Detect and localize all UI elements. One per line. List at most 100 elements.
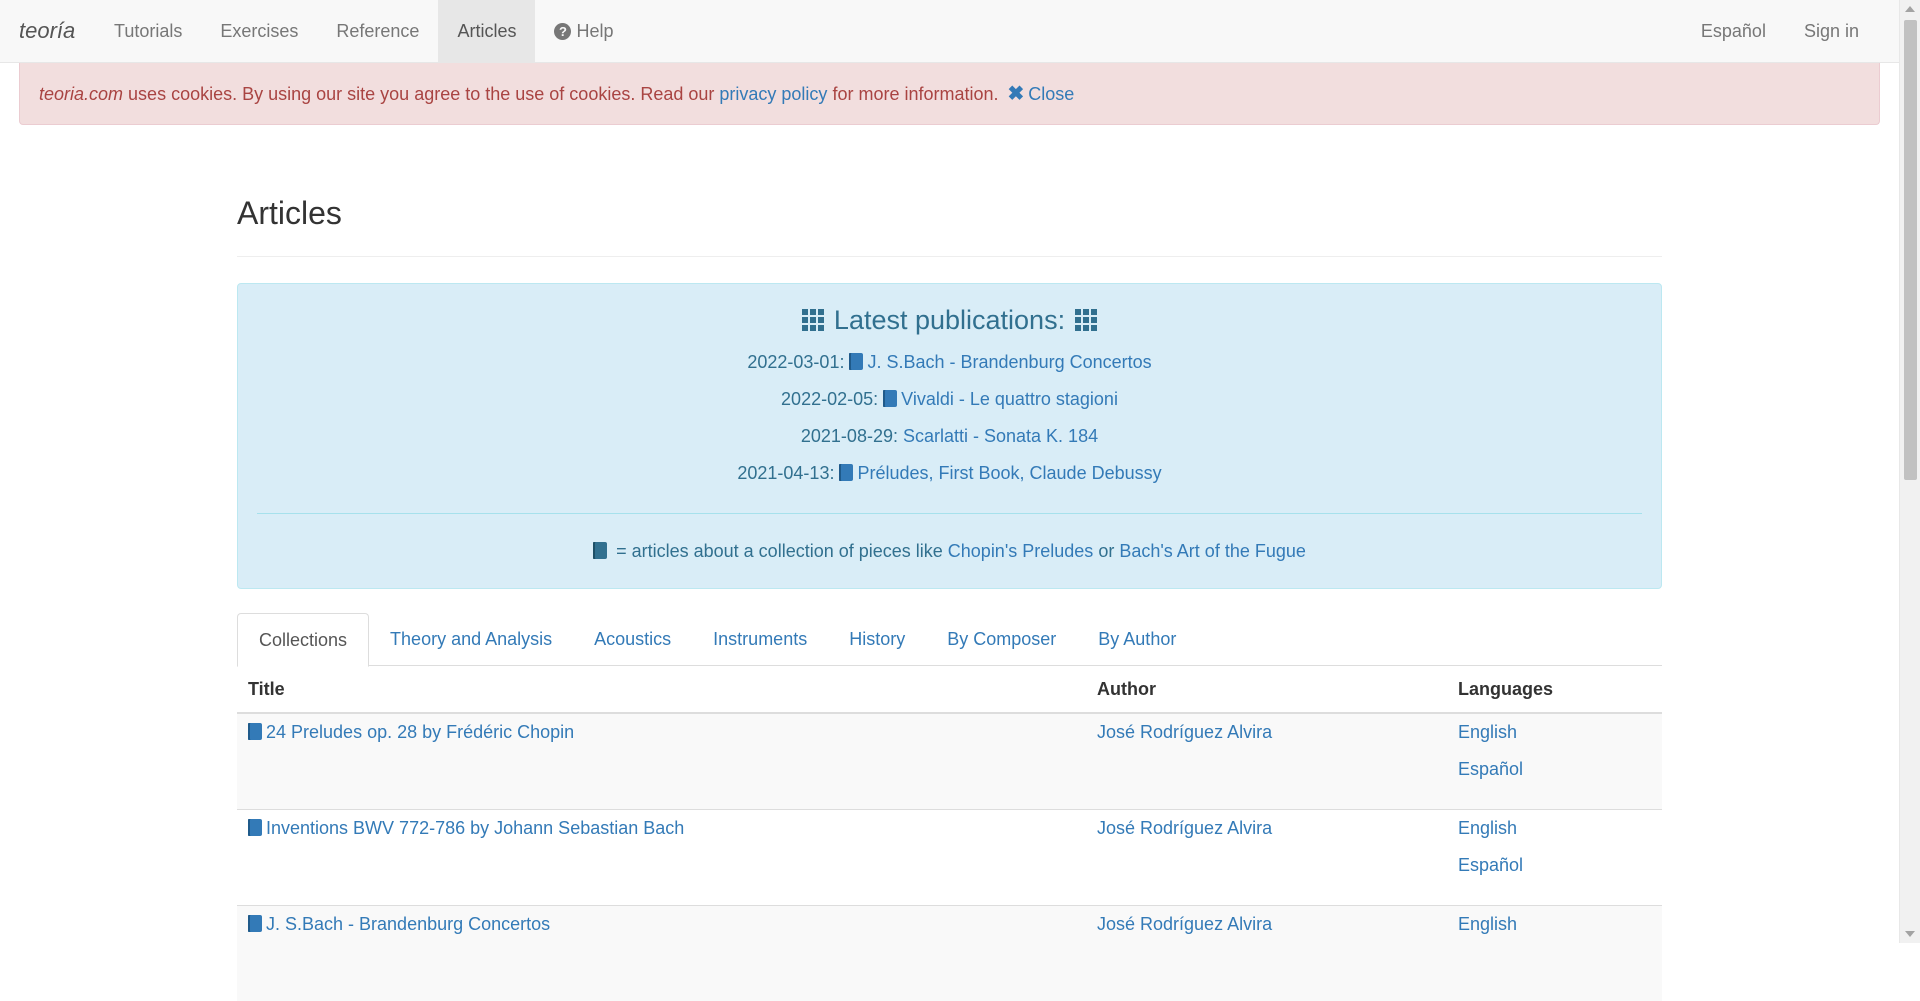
author-link[interactable]: José Rodríguez Alvira	[1097, 914, 1272, 934]
table-row: Inventions BWV 772-786 by Johann Sebasti…	[237, 808, 1662, 905]
article-tabs: Collections Theory and Analysis Acoustic…	[237, 613, 1662, 667]
site-logo[interactable]: teoría	[19, 0, 75, 62]
tab-by-composer[interactable]: By Composer	[926, 613, 1077, 666]
author-link[interactable]: José Rodríguez Alvira	[1097, 818, 1272, 838]
book-icon	[839, 464, 854, 481]
language-link-english[interactable]: English	[1458, 722, 1651, 759]
collection-legend: = articles about a collection of pieces …	[238, 541, 1661, 562]
articles-table: Title Author Languages 24 Preludes op. 2…	[237, 666, 1662, 1001]
publication-date: 2022-02-05:	[781, 389, 879, 409]
tab-acoustics[interactable]: Acoustics	[573, 613, 692, 666]
cookie-site-name: teoria.com	[39, 84, 124, 104]
publication-item: 2021-08-29: Scarlatti - Sonata K. 184	[238, 418, 1661, 455]
publication-list: 2022-03-01: J. S.Bach - Brandenburg Conc…	[238, 344, 1661, 492]
scroll-down-arrow-icon[interactable]	[1905, 931, 1915, 937]
nav-articles[interactable]: Articles	[438, 0, 536, 62]
nav-reference[interactable]: Reference	[317, 0, 438, 62]
column-header-title: Title	[237, 666, 1086, 714]
scrollbar-thumb[interactable]	[1904, 20, 1917, 480]
language-link-english[interactable]: English	[1458, 914, 1651, 951]
cell-title: Inventions BWV 772-786 by Johann Sebasti…	[237, 808, 1086, 905]
main-nav: Tutorials Exercises Reference Articles ?…	[95, 0, 633, 62]
publication-link[interactable]: Vivaldi - Le quattro stagioni	[883, 389, 1118, 409]
table-row: J. S.Bach - Brandenburg Concertos José R…	[237, 904, 1662, 1001]
grid-icon	[801, 309, 824, 331]
article-title: Inventions BWV 772-786 by Johann Sebasti…	[266, 817, 685, 838]
cell-author: José Rodríguez Alvira	[1086, 713, 1447, 809]
book-icon	[248, 723, 262, 740]
publication-link[interactable]: Scarlatti - Sonata K. 184	[903, 426, 1098, 446]
article-link[interactable]: J. S.Bach - Brandenburg Concertos	[248, 914, 550, 934]
publication-title: Préludes, First Book, Claude Debussy	[857, 463, 1162, 483]
page-title: Articles	[237, 125, 1662, 257]
publication-date: 2022-03-01:	[747, 352, 845, 372]
book-icon	[248, 818, 262, 836]
close-icon: ✖	[1007, 83, 1025, 105]
column-header-languages: Languages	[1447, 666, 1662, 714]
book-icon	[883, 390, 898, 407]
article-link[interactable]: Inventions BWV 772-786 by Johann Sebasti…	[248, 818, 684, 838]
latest-heading-text: Latest publications:	[833, 304, 1066, 335]
nav-tutorials[interactable]: Tutorials	[95, 0, 201, 62]
top-navbar: teoría Tutorials Exercises Reference Art…	[0, 0, 1899, 63]
cookie-close-button[interactable]: ✖ Close	[1004, 83, 1075, 105]
main-content: Articles Latest publications: 2022-03-01…	[237, 125, 1662, 1001]
cookie-alert: teoria.com uses cookies. By using our si…	[19, 63, 1880, 125]
nav-sign-in[interactable]: Sign in	[1785, 0, 1878, 62]
cell-languages: English Español	[1447, 808, 1662, 905]
article-title: 24 Preludes op. 28 by Frédéric Chopin	[266, 722, 575, 742]
tab-history[interactable]: History	[828, 613, 926, 666]
publication-item: 2022-03-01: J. S.Bach - Brandenburg Conc…	[238, 344, 1661, 381]
nav-language[interactable]: Español	[1682, 0, 1785, 62]
privacy-policy-link[interactable]: privacy policy	[719, 84, 827, 104]
publication-title: Vivaldi - Le quattro stagioni	[901, 389, 1118, 409]
publication-item: 2021-04-13: Préludes, First Book, Claude…	[238, 455, 1661, 492]
question-circle-icon: ?	[554, 22, 572, 40]
book-icon	[593, 542, 608, 559]
latest-publications-heading: Latest publications:	[238, 302, 1661, 338]
language-link-english[interactable]: English	[1458, 818, 1651, 855]
nav-exercises[interactable]: Exercises	[201, 0, 317, 62]
divider	[257, 513, 1642, 514]
column-header-author: Author	[1086, 666, 1447, 714]
latest-publications-panel: Latest publications: 2022-03-01: J. S.Ba…	[237, 283, 1662, 589]
scroll-up-arrow-icon[interactable]	[1905, 6, 1915, 12]
article-link[interactable]: 24 Preludes op. 28 by Frédéric Chopin	[248, 722, 574, 742]
tab-instruments[interactable]: Instruments	[692, 613, 828, 666]
book-icon	[849, 353, 864, 370]
publication-link[interactable]: Préludes, First Book, Claude Debussy	[839, 463, 1162, 483]
article-title: J. S.Bach - Brandenburg Concertos	[266, 913, 551, 934]
cell-author: José Rodríguez Alvira	[1086, 904, 1447, 1001]
publication-date: 2021-04-13:	[737, 463, 835, 483]
art-of-fugue-link[interactable]: Bach's Art of the Fugue	[1119, 541, 1306, 561]
language-link-espanol[interactable]: Español	[1458, 759, 1651, 796]
cell-author: José Rodríguez Alvira	[1086, 808, 1447, 905]
cookie-text-before: uses cookies. By using our site you agre…	[123, 84, 720, 104]
cell-languages: English Español	[1447, 713, 1662, 809]
book-icon	[248, 914, 262, 932]
chopin-preludes-link[interactable]: Chopin's Preludes	[948, 541, 1094, 561]
nav-help[interactable]: ? Help	[535, 0, 632, 62]
publication-title: J. S.Bach - Brandenburg Concertos	[867, 352, 1152, 372]
cell-title: J. S.Bach - Brandenburg Concertos	[237, 904, 1086, 1001]
cell-title: 24 Preludes op. 28 by Frédéric Chopin	[237, 713, 1086, 809]
publication-item: 2022-02-05: Vivaldi - Le quattro stagion…	[238, 381, 1661, 418]
tab-by-author[interactable]: By Author	[1077, 613, 1197, 666]
vertical-scrollbar[interactable]	[1899, 0, 1920, 943]
user-nav: Español Sign in	[1682, 0, 1878, 62]
legend-text: = articles about a collection of pieces …	[611, 541, 948, 561]
publication-link[interactable]: J. S.Bach - Brandenburg Concertos	[849, 352, 1152, 372]
nav-help-label: Help	[576, 20, 614, 41]
author-link[interactable]: José Rodríguez Alvira	[1097, 722, 1272, 742]
table-header-row: Title Author Languages	[237, 666, 1662, 714]
cell-languages: English	[1447, 904, 1662, 1001]
language-link-espanol[interactable]: Español	[1458, 855, 1651, 892]
cookie-text-after: for more information.	[827, 84, 1004, 104]
publication-date: 2021-08-29:	[800, 426, 898, 446]
legend-or: or	[1093, 541, 1120, 561]
table-row: 24 Preludes op. 28 by Frédéric Chopin Jo…	[237, 713, 1662, 809]
grid-icon	[1075, 309, 1098, 331]
tab-theory-analysis[interactable]: Theory and Analysis	[369, 613, 573, 666]
cookie-close-label: Close	[1028, 84, 1075, 104]
tab-collections[interactable]: Collections	[237, 613, 370, 667]
